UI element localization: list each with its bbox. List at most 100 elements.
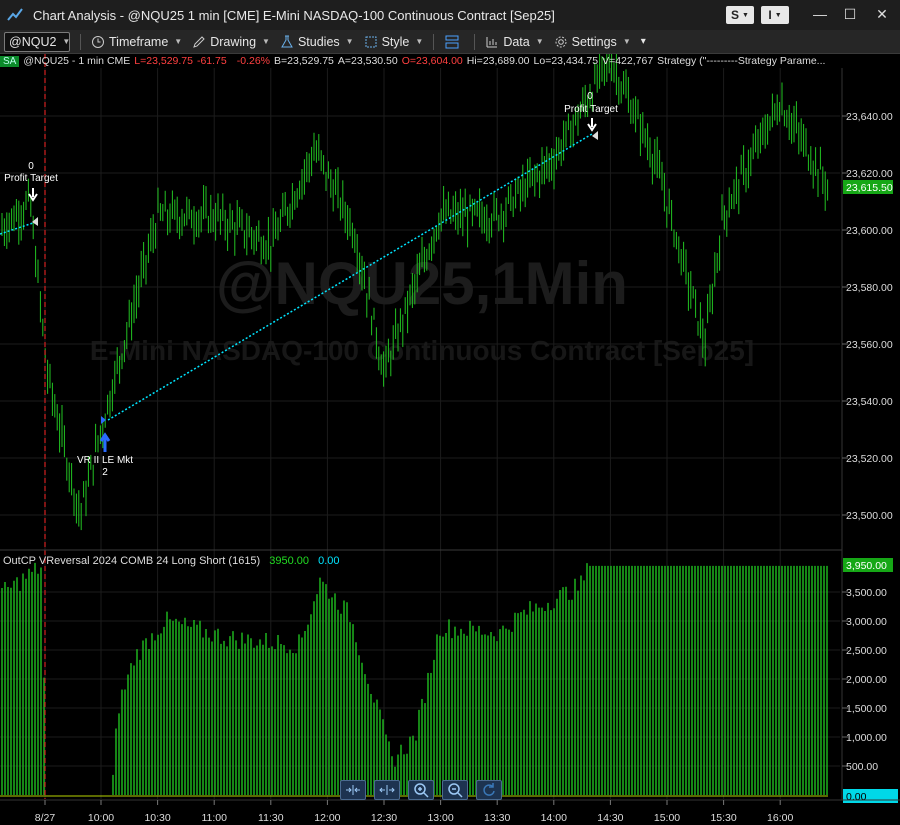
indicator-tick-label: 2,500.00 [846, 645, 887, 657]
info-last: L=23,529.75 [134, 55, 193, 67]
indicator-tick-label: 3,500.00 [846, 587, 887, 599]
divider [80, 33, 81, 50]
layout-icon [445, 35, 459, 48]
expand-icon [379, 785, 395, 795]
chart-canvas[interactable]: @NQU25,1Min E-Mini NASDAQ-100 Continuous… [0, 54, 900, 825]
s-button-label: S [731, 8, 740, 22]
time-tick-label: 8/27 [35, 812, 56, 824]
info-open: O=23,604.00 [401, 55, 463, 67]
time-tick-label: 13:00 [427, 812, 453, 824]
chart-toolbar: @NQU2 ▼ Timeframe ▼ Drawing ▼ Studies ▼ Styl… [0, 30, 900, 54]
indicator-legend: OutCP VReversal 2024 COMB 24 Long Short … [3, 555, 340, 567]
indicator-tick-label: 1,000.00 [846, 732, 887, 744]
chart-nav-buttons [340, 780, 502, 800]
indicator-tick-label: 3,000.00 [846, 616, 887, 628]
pencil-icon [193, 35, 205, 48]
settings-label: Settings [571, 34, 617, 49]
timeframe-menu[interactable]: Timeframe ▼ [91, 32, 182, 52]
i-button-label: I [768, 8, 772, 22]
style-label: Style [381, 34, 410, 49]
zoom-in-icon [414, 783, 429, 798]
price-tick-label: 23,560.00 [846, 339, 893, 351]
settings-menu[interactable]: Settings ▼ [554, 32, 631, 52]
strategy-automation-badge[interactable]: SA [0, 55, 20, 67]
style-menu[interactable]: Style ▼ [364, 32, 424, 52]
indicator-axis: 3,500.00 3,000.00 2,500.00 2,000.00 1,500.00… [842, 587, 887, 773]
info-change: -61.75 [196, 55, 227, 67]
more-menu[interactable]: ▾ [641, 32, 646, 52]
chevron-down-icon: ▼ [415, 37, 424, 46]
close-icon[interactable]: ✕ [868, 2, 896, 26]
compress-bars-button[interactable] [340, 780, 366, 800]
info-lo: Lo=23,434.75 [533, 55, 599, 67]
info-bid: B=23,529.75 [274, 55, 334, 67]
drawing-menu[interactable]: Drawing ▼ [192, 32, 270, 52]
chevron-down-icon: ▼ [535, 37, 544, 46]
indicator-low-value: 0.00 [846, 791, 867, 803]
price-tick-label: 23,620.00 [846, 168, 893, 180]
style-icon [365, 36, 377, 47]
info-symbol: @NQU25 - 1 min CME [23, 55, 131, 67]
price-axis: 23,640.00 23,620.00 23,600.00 23,580.00 23,5… [842, 111, 893, 522]
drawing-label: Drawing [210, 34, 257, 49]
refresh-icon [483, 783, 495, 796]
chevron-down-icon: ▼ [742, 11, 749, 19]
chart-bars-icon [486, 36, 498, 47]
app-icon [7, 8, 23, 21]
info-vol: V=422,767 [602, 55, 654, 67]
entry-label: VR II LE Mkt [77, 455, 133, 466]
studies-menu[interactable]: Studies ▼ [280, 32, 354, 52]
strategy-s-button[interactable]: S ▼ [726, 6, 754, 24]
entry-count: 2 [102, 467, 108, 478]
layout-button[interactable] [444, 32, 464, 52]
data-menu[interactable]: Data ▼ [485, 32, 544, 52]
time-axis: 8/27 10:00 10:30 11:00 11:30 12:00 12:30 13:00 1… [35, 800, 793, 824]
indicator-name: OutCP VReversal 2024 COMB 24 Long Short … [3, 555, 261, 567]
zoom-in-button[interactable] [408, 780, 434, 800]
zoom-out-button[interactable] [442, 780, 468, 800]
indicator-high-value: 3,950.00 [846, 560, 887, 572]
entry-arrow-icon [99, 432, 111, 452]
chart-area[interactable]: @NQU25,1Min E-Mini NASDAQ-100 Continuous… [0, 54, 900, 825]
maximize-icon[interactable]: ☐ [836, 2, 864, 26]
grid-lines [0, 68, 840, 799]
exit-arrow-icon [28, 188, 38, 202]
price-tick-label: 23,540.00 [846, 396, 893, 408]
reset-button[interactable] [476, 780, 502, 800]
gear-icon [555, 36, 567, 47]
time-tick-label: 10:00 [88, 812, 114, 824]
time-tick-label: 12:00 [314, 812, 340, 824]
info-bar: SA @NQU25 - 1 min CME L=23,529.75 -61.75… [0, 54, 842, 68]
overflow-icon: ▾ [640, 36, 646, 47]
chevron-down-icon: ▼ [774, 11, 782, 19]
time-tick-label: 15:30 [710, 812, 736, 824]
exit2-label: Profit Target [564, 104, 618, 115]
divider [474, 33, 476, 50]
exit1-label: Profit Target [4, 173, 58, 184]
symbol-input[interactable]: @NQU2 ▼ [4, 31, 71, 52]
time-tick-label: 11:30 [258, 812, 284, 824]
indicator-tick-label: 1,500.00 [846, 703, 887, 715]
price-tick-label: 23,520.00 [846, 453, 893, 465]
price-tick-label: 23,500.00 [846, 510, 893, 522]
compress-icon [346, 785, 360, 795]
time-tick-label: 14:30 [597, 812, 623, 824]
studies-label: Studies [297, 34, 340, 49]
data-label: Data [503, 34, 530, 49]
watermark-description: E-Mini NASDAQ-100 Continuous Contract [S… [90, 335, 754, 366]
time-tick-label: 12:30 [371, 812, 397, 824]
price-tick-label: 23,640.00 [846, 111, 893, 123]
price-tick-label: 23,600.00 [846, 225, 893, 237]
chevron-down-icon: ▼ [62, 37, 71, 46]
exit-marker-icon [592, 131, 598, 140]
indicator-tick-label: 500.00 [846, 761, 878, 773]
info-hi: Hi=23,689.00 [466, 55, 530, 67]
last-price-value: 23,615.50 [846, 182, 893, 194]
exit-arrow-icon [587, 118, 597, 132]
divider [433, 33, 435, 50]
minimize-icon[interactable]: — [806, 2, 834, 26]
chevron-down-icon: ▼ [174, 37, 183, 46]
window-title: Chart Analysis - @NQU25 1 min [CME] E-Mi… [33, 7, 555, 23]
expand-bars-button[interactable] [374, 780, 400, 800]
indicator-i-button[interactable]: I ▼ [761, 6, 789, 24]
